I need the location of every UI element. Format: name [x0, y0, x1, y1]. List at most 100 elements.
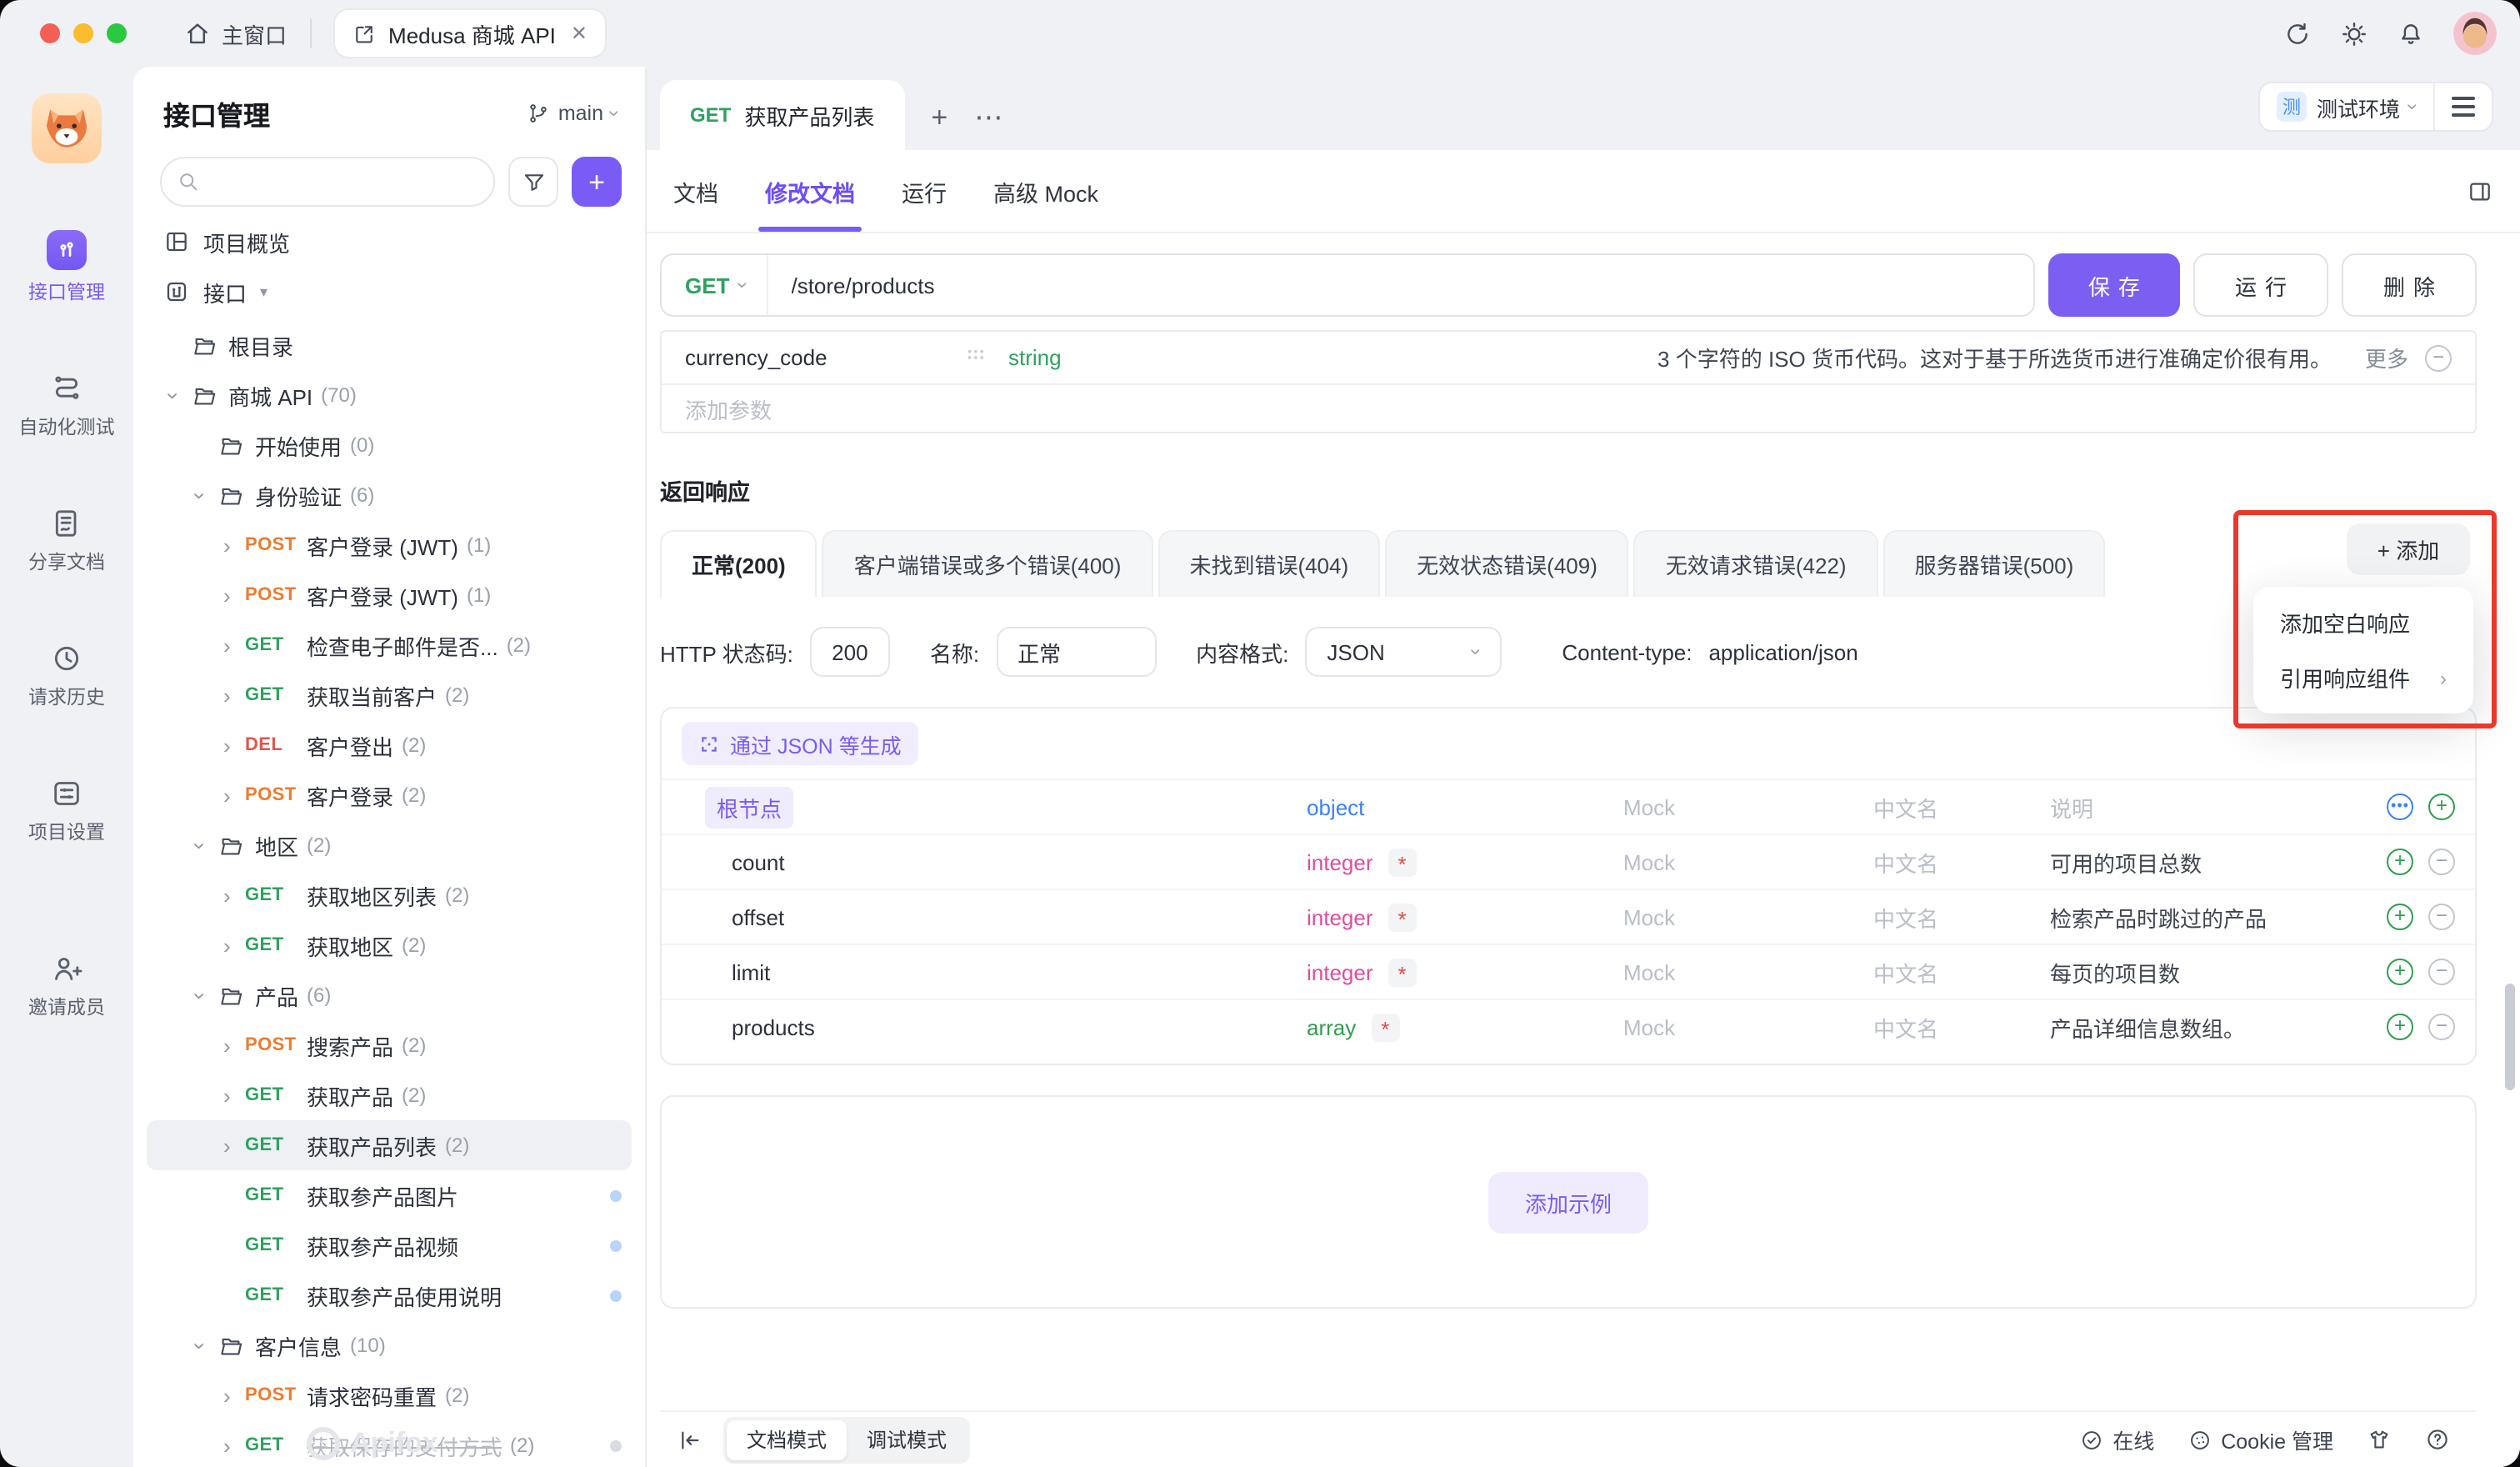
tree-item[interactable]: 地区 (2)	[147, 820, 632, 870]
add-param-placeholder[interactable]: 添加参数	[662, 385, 2475, 432]
minimize-window-button[interactable]	[73, 23, 93, 43]
response-name-input[interactable]	[1018, 639, 1135, 664]
cn-name-placeholder[interactable]: 中文名	[1873, 1011, 2050, 1043]
sidebar-item-overview[interactable]: 项目概览	[133, 217, 645, 267]
add-response-button[interactable]: + 添加	[2347, 523, 2470, 575]
vertical-scrollbar-thumb[interactable]	[2505, 984, 2515, 1090]
tree-item[interactable]: POST 客户登录 (2)	[147, 770, 632, 820]
schema-row[interactable]: limit integer * Mock 中文名 每页的项目数 + −	[662, 944, 2475, 999]
api-subtab[interactable]: 运行	[902, 150, 947, 232]
tshirt-icon[interactable]	[2367, 1427, 2392, 1452]
drag-handle-icon[interactable]	[965, 348, 1008, 367]
tree-item[interactable]: POST 搜索产品 (2)	[147, 1020, 632, 1070]
cn-name-placeholder[interactable]: 中文名	[1873, 791, 2050, 823]
schema-caret-icon[interactable]	[682, 797, 705, 817]
add-field-icon[interactable]: +	[2387, 849, 2413, 875]
save-button[interactable]: 保存	[2048, 253, 2180, 317]
tree-item[interactable]: GET 检查电子邮件是否... (2)	[147, 620, 632, 670]
schema-row[interactable]: count integer * Mock 中文名 可用的项目总数 + −	[662, 834, 2475, 889]
add-api-button[interactable]: +	[572, 157, 622, 207]
remove-field-icon[interactable]: −	[2428, 959, 2455, 985]
more-tabs-button[interactable]: ⋯	[974, 103, 1002, 132]
new-tab-button[interactable]: +	[931, 103, 948, 132]
tree-caret-icon[interactable]	[223, 934, 245, 956]
rail-item-invite-members[interactable]: 邀请成员	[28, 952, 105, 1020]
delete-button[interactable]: 删除	[2341, 253, 2477, 317]
branch-selector[interactable]: main ›	[527, 102, 627, 125]
open-api-tab[interactable]: GET 获取产品列表	[660, 80, 905, 150]
schema-description[interactable]: 说明	[2050, 791, 2373, 823]
online-status[interactable]: 在线	[2079, 1424, 2154, 1455]
tree-caret-icon[interactable]	[223, 534, 245, 556]
mock-placeholder[interactable]: Mock	[1623, 794, 1873, 819]
schema-row[interactable]: offset integer * Mock 中文名 检索产品时跳过的产品 + −	[662, 889, 2475, 944]
home-tab[interactable]: 主窗口	[183, 18, 287, 49]
tree-caret-icon[interactable]	[223, 684, 245, 706]
tree-item[interactable]: GET 获取参产品视频	[147, 1220, 632, 1270]
response-tab[interactable]: 无效请求错误(422)	[1633, 530, 1878, 597]
tree-item[interactable]: 商城 API (70)	[147, 370, 632, 420]
cn-name-placeholder[interactable]: 中文名	[1873, 956, 2050, 988]
doc-mode-button[interactable]: 文档模式	[727, 1419, 848, 1459]
tree-item[interactable]: GET 获取参产品使用说明	[147, 1270, 632, 1320]
remove-field-icon[interactable]: −	[2428, 849, 2455, 875]
search-input[interactable]	[160, 157, 495, 207]
response-tab[interactable]: 服务器错误(500)	[1882, 530, 2106, 597]
generate-from-json-button[interactable]: 通过 JSON 等生成	[682, 722, 918, 765]
tree-caret-icon[interactable]	[223, 1134, 245, 1156]
response-tab[interactable]: 未找到错误(404)	[1158, 530, 1381, 597]
tree-caret-icon[interactable]	[223, 584, 245, 606]
rail-item-project-settings[interactable]: 项目设置	[28, 777, 105, 845]
tree-item[interactable]: 开始使用 (0)	[147, 420, 632, 470]
tree-item[interactable]: GET 获取参产品图片	[147, 1170, 632, 1220]
schema-row[interactable]: products array * Mock 中文名 产品详细信息数组。 + −	[662, 999, 2475, 1054]
sidebar-item-apis[interactable]: 接口 ▾	[133, 267, 645, 317]
mock-placeholder[interactable]: Mock	[1623, 1014, 1873, 1039]
tree-item[interactable]: GET 获取当前客户 (2)	[147, 670, 632, 720]
url-input[interactable]	[768, 255, 2033, 315]
rail-item-share-docs[interactable]: 分享文档	[28, 507, 105, 575]
add-example-button[interactable]: 添加示例	[1488, 1171, 1648, 1233]
debug-mode-button[interactable]: 调试模式	[847, 1419, 967, 1459]
menu-item-blank-response[interactable]: 添加空白响应	[2253, 595, 2473, 650]
tree-item[interactable]: POST 客户登录 (JWT) (1)	[147, 570, 632, 620]
tree-caret-icon[interactable]	[223, 1034, 245, 1056]
tree-caret-icon[interactable]	[223, 734, 245, 756]
gear-icon[interactable]	[2340, 19, 2368, 48]
rail-item-auto-test[interactable]: 自动化测试	[19, 372, 115, 440]
tree-item[interactable]: GET 获取地区 (2)	[147, 920, 632, 970]
tree-caret-icon[interactable]	[197, 834, 218, 856]
run-button[interactable]: 运行	[2192, 253, 2328, 317]
tree-item[interactable]: GET 获取产品 (2)	[147, 1070, 632, 1120]
method-select[interactable]: GET ›	[662, 255, 768, 315]
collapse-sidebar-icon[interactable]	[677, 1426, 703, 1453]
rail-item-api-management[interactable]: 接口管理	[28, 230, 105, 305]
add-field-icon[interactable]: +	[2428, 794, 2455, 820]
tree-caret-icon[interactable]	[197, 484, 218, 506]
schema-description[interactable]: 检索产品时跳过的产品	[2050, 901, 2373, 933]
advanced-settings-icon[interactable]: •••	[2387, 794, 2413, 820]
tree-caret-icon[interactable]	[197, 1334, 218, 1356]
help-icon[interactable]	[2425, 1427, 2450, 1452]
tree-item[interactable]: POST 请求密码重置 (2)	[147, 1370, 632, 1420]
rail-item-request-history[interactable]: 请求历史	[28, 642, 105, 710]
schema-description[interactable]: 可用的项目总数	[2050, 846, 2373, 878]
response-tab[interactable]: 客户端错误或多个错误(400)	[822, 530, 1153, 597]
tree-item[interactable]: 根目录	[147, 320, 632, 370]
layout-panel-icon[interactable]	[2467, 178, 2493, 204]
schema-description[interactable]: 产品详细信息数组。	[2050, 1011, 2373, 1043]
tree-item[interactable]: POST 客户登录 (JWT) (1)	[147, 520, 632, 570]
tree-item[interactable]: DEL 客户登出 (2)	[147, 720, 632, 770]
filter-button[interactable]	[508, 157, 558, 207]
tree-item[interactable]: GET 获取产品列表 (2)	[147, 1120, 632, 1170]
cookie-manager[interactable]: Cookie 管理	[2188, 1424, 2333, 1455]
schema-description[interactable]: 每页的项目数	[2050, 956, 2373, 988]
sync-icon[interactable]	[2283, 19, 2312, 48]
bell-icon[interactable]	[2397, 19, 2425, 48]
mock-placeholder[interactable]: Mock	[1623, 959, 1873, 984]
project-logo[interactable]	[32, 93, 102, 163]
remove-field-icon[interactable]: −	[2428, 1014, 2455, 1040]
user-avatar[interactable]	[2453, 12, 2497, 55]
project-tab[interactable]: Medusa 商城 API ✕	[335, 10, 605, 57]
tree-caret-icon[interactable]	[223, 1084, 245, 1106]
